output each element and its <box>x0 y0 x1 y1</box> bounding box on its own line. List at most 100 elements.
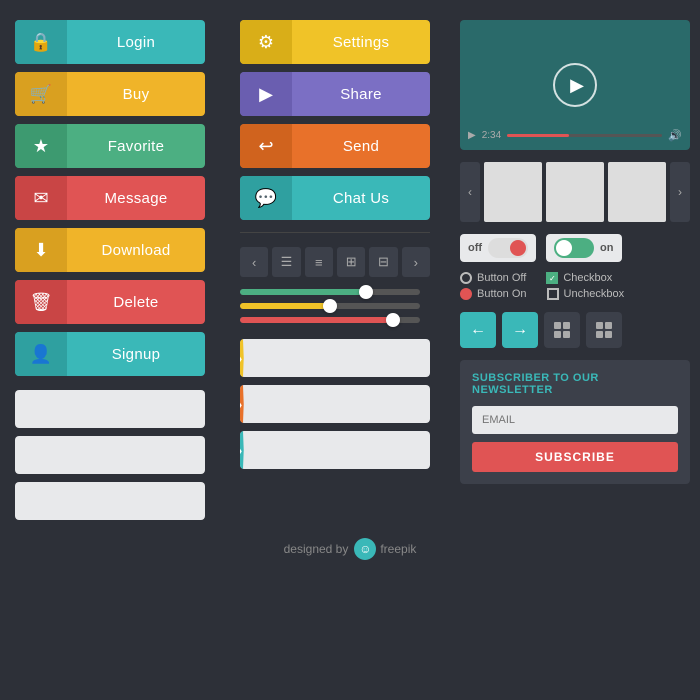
search-input-1[interactable] <box>15 402 205 417</box>
play-button[interactable]: ▶ <box>553 63 597 107</box>
toggle-off-track[interactable] <box>488 238 528 258</box>
search-input-3[interactable] <box>15 494 205 509</box>
nav-arrows-row: ← → <box>460 312 690 348</box>
divider <box>240 232 430 233</box>
search-input-arrow-3[interactable] <box>244 443 430 458</box>
send-label: Send <box>292 138 430 155</box>
envelope-icon: ✉ <box>15 176 67 220</box>
radio-checkbox-section: Button Off ✓ Checkbox Button On Uncheckb… <box>460 272 690 300</box>
play-icon-small[interactable]: ▶ <box>468 130 476 141</box>
nav-left-btn[interactable]: ← <box>460 312 496 348</box>
toggle-on-label: on <box>600 242 613 254</box>
search-bars-arrow: ❯ 🔍 ❯ 🔍 ❯ 🔍 <box>240 339 450 469</box>
settings-button[interactable]: ⚙ Settings <box>240 20 430 64</box>
progress-fill <box>507 134 569 137</box>
freepik-footer: designed by ☺ freepik <box>0 530 700 564</box>
download-icon: ⬇ <box>15 228 67 272</box>
delete-button[interactable]: 🗑 Delete <box>15 280 205 324</box>
send-button[interactable]: ↩ Send <box>240 124 430 168</box>
toggle-off-pill <box>510 240 526 256</box>
button-on-option[interactable]: Button On <box>460 288 527 300</box>
checkbox-option[interactable]: ✓ Checkbox <box>546 272 612 284</box>
settings-label: Settings <box>292 34 430 51</box>
grid-icon-2 <box>596 322 612 338</box>
lock-icon: 🔒 <box>15 20 67 64</box>
trash-icon: 🗑 <box>15 280 67 324</box>
volume-icon[interactable]: 🔊 <box>668 129 682 142</box>
favorite-button[interactable]: ★ Favorite <box>15 124 205 168</box>
freepik-skull-icon: ☺ <box>354 538 376 560</box>
search-arrow-2[interactable]: ❯ 🔍 <box>240 385 430 423</box>
carousel-item-3 <box>608 162 666 222</box>
favorite-label: Favorite <box>67 138 205 155</box>
message-label: Message <box>67 190 205 207</box>
toggles-row: off on <box>460 234 690 262</box>
toggle-on-switch[interactable]: on <box>546 234 621 262</box>
pagination-row: ‹ ☰ ≡ ⊞ ⊟ › <box>240 247 430 277</box>
footer-text: designed by <box>284 542 349 556</box>
video-player: ▶ ▶ 2:34 🔊 <box>460 20 690 150</box>
toggle-off-label: off <box>468 242 482 254</box>
signup-button[interactable]: 👤 Signup <box>15 332 205 376</box>
toggle-off-switch[interactable]: off <box>460 234 536 262</box>
uncheckbox-label: Uncheckbox <box>564 288 625 300</box>
button-off-option[interactable]: Button Off <box>460 272 526 284</box>
login-button[interactable]: 🔒 Login <box>15 20 205 64</box>
nav-grid-btn-2[interactable] <box>586 312 622 348</box>
grid-view-btn[interactable]: ⊞ <box>337 247 365 277</box>
list-view-btn[interactable]: ☰ <box>272 247 300 277</box>
radio-on-circle <box>460 288 472 300</box>
grid-view-btn2[interactable]: ⊟ <box>369 247 397 277</box>
slider-green-track[interactable] <box>240 289 420 295</box>
carousel-next[interactable]: › <box>670 162 690 222</box>
search-bars-col1: 🔍 🔍 🔍 <box>15 390 225 520</box>
send-icon: ↩ <box>240 124 292 168</box>
star-icon: ★ <box>15 124 67 168</box>
progress-bar[interactable] <box>507 134 662 137</box>
search-arrow-3[interactable]: ❯ 🔍 <box>240 431 430 469</box>
carousel-item-1 <box>484 162 542 222</box>
subscribe-button[interactable]: SUBSCRIBE <box>472 442 678 472</box>
checkbox-label: Checkbox <box>563 272 612 284</box>
search-bar-3[interactable]: 🔍 <box>15 482 205 520</box>
rc-row-1: Button Off ✓ Checkbox <box>460 272 690 284</box>
video-controls: ▶ 2:34 🔊 <box>468 129 682 142</box>
video-time: 2:34 <box>482 130 501 141</box>
toggle-on-track[interactable] <box>554 238 594 258</box>
next-page-btn[interactable]: › <box>402 247 430 277</box>
button-on-label: Button On <box>477 288 527 300</box>
carousel-prev[interactable]: ‹ <box>460 162 480 222</box>
download-label: Download <box>67 242 205 259</box>
prev-page-btn[interactable]: ‹ <box>240 247 268 277</box>
chat-label: Chat Us <box>292 190 430 207</box>
search-input-arrow-2[interactable] <box>244 397 430 412</box>
message-button[interactable]: ✉ Message <box>15 176 205 220</box>
share-button[interactable]: ▶ Share <box>240 72 430 116</box>
freepik-logo: ☺ freepik <box>354 538 416 560</box>
slider-red-track[interactable] <box>240 317 420 323</box>
login-label: Login <box>67 34 205 51</box>
uncheckbox-option[interactable]: Uncheckbox <box>547 288 625 300</box>
nav-right-btn[interactable]: → <box>502 312 538 348</box>
freepik-brand: freepik <box>380 542 416 556</box>
button-off-label: Button Off <box>477 272 526 284</box>
search-input-arrow-1[interactable] <box>244 351 430 366</box>
gear-icon: ⚙ <box>240 20 292 64</box>
list-view-btn2[interactable]: ≡ <box>305 247 333 277</box>
chat-button[interactable]: 💬 Chat Us <box>240 176 430 220</box>
search-input-2[interactable] <box>15 448 205 463</box>
download-button[interactable]: ⬇ Download <box>15 228 205 272</box>
carousel: ‹ › <box>460 162 690 222</box>
nav-grid-btn-1[interactable] <box>544 312 580 348</box>
share-label: Share <box>292 86 430 103</box>
signup-label: Signup <box>67 346 205 363</box>
slider-yellow-track[interactable] <box>240 303 420 309</box>
search-arrow-1[interactable]: ❯ 🔍 <box>240 339 430 377</box>
buy-button[interactable]: 🛒 Buy <box>15 72 205 116</box>
search-bar-1[interactable]: 🔍 <box>15 390 205 428</box>
checkbox-checked: ✓ <box>546 272 558 284</box>
search-bar-2[interactable]: 🔍 <box>15 436 205 474</box>
email-input[interactable] <box>472 406 678 434</box>
rc-row-2: Button On Uncheckbox <box>460 288 690 300</box>
arrow-badge-1: ❯ <box>240 339 244 377</box>
